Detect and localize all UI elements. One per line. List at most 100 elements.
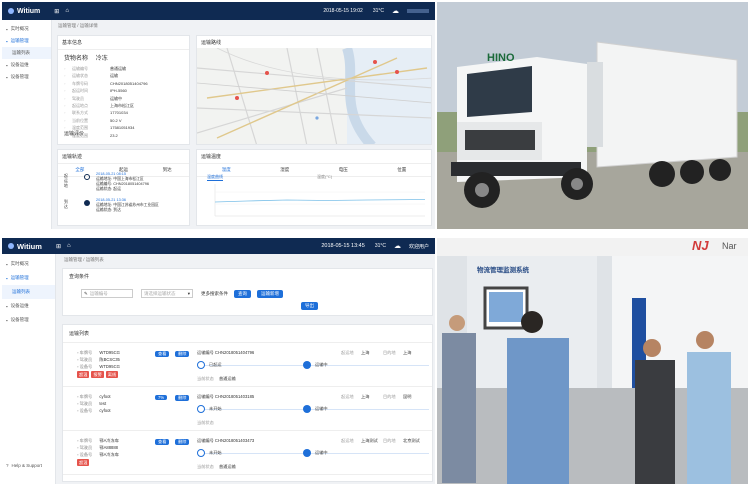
witium-logo-icon (8, 8, 14, 14)
info-row-label: 起运时间 (72, 88, 88, 94)
dashboard-icon: ▪ (6, 261, 8, 267)
status-label: 当前状态 (197, 376, 214, 381)
home-icon[interactable]: ⌂ (65, 8, 69, 14)
origin-label: 起运地 (341, 394, 354, 399)
transport-list-card: 运输列表 ▫ 车牌号 WTD95CG ▫ 驾驶员 陈BCSC35 ▫ 设备号 WTD… (62, 324, 433, 482)
delete-button[interactable]: 删除 (175, 439, 190, 445)
more-filters-link[interactable]: 更多搜索条件 (201, 291, 228, 297)
route-marker[interactable] (395, 70, 399, 74)
sidebar-item-transport[interactable]: ▪ 运输管理 (2, 35, 51, 47)
sidebar-item-transport-list[interactable]: 运输列表 (2, 285, 55, 299)
info-row: ◦ 当前位置 50.2 V (64, 117, 183, 124)
sidebar-item-overview[interactable]: ▪ 实时概况 (2, 257, 55, 271)
event-line: 运输状态: 起运 (96, 187, 121, 191)
info-row: ◦ 起运时间 IPH-5560 (64, 87, 183, 94)
top-nav-bar: Witium ⊞ ⌂ 2018-05-15 19:02 31°C ☁ (2, 2, 435, 20)
driver-icon: ▫ (77, 357, 79, 362)
route-marker[interactable] (373, 60, 377, 64)
info-row-value: 50.2 V (110, 117, 122, 123)
transport-code: 运输编号 CHN2018051403185 (197, 394, 255, 399)
tab-all[interactable]: 全部 (75, 167, 84, 173)
tab-humidity[interactable]: 湿度 (280, 167, 289, 173)
user-name[interactable]: 欢迎用户 (409, 243, 429, 250)
temperature: 31°C (372, 8, 384, 14)
transport-number-input[interactable]: ✎ 运输编号 (81, 289, 133, 298)
card-title: 运输轨迹 (58, 150, 189, 164)
user-menu[interactable] (407, 9, 429, 13)
datetime: 2018-05-15 19:02 (323, 8, 363, 14)
breadcrumb: 运输管理 / 运输列表 (64, 257, 104, 262)
view-button[interactable]: 查看 (155, 351, 170, 357)
timeline-dot-icon (84, 174, 90, 180)
info-row: ◦ 联系方式 17701034 (64, 109, 183, 116)
step-transit-icon (303, 405, 311, 413)
sidebar: ▪ 实时概况 ▪ 运输管理 运输列表 ▪ 设备运维 ▪ 设备管理 ? Help & Sup… (2, 254, 56, 484)
route-marker[interactable] (265, 71, 269, 75)
card-title: 运输温度 (197, 150, 431, 164)
route-marker[interactable] (235, 96, 239, 100)
temperature-chart-card: 运输温度 温度 湿度 电压 位置 温度曲线 温度(°C) (196, 149, 432, 226)
export-button[interactable]: 导出 (301, 302, 318, 310)
list-rows: ▫ 车牌号 WTD95CG ▫ 驾驶员 陈BCSC35 ▫ 设备号 WTD95CG 超… (63, 343, 432, 475)
info-row-label: 联系方式 (72, 110, 88, 116)
track-card: 运输轨迹 全部 起运 到达 起运地 2018-05-21 08:15 运输地址:… (57, 149, 190, 226)
delete-button[interactable]: 删除 (175, 395, 190, 401)
table-row[interactable]: ▫ 车牌号 鄂A冷冻车 ▫ 驾驶员 鄂A88888 ▫ 设备号 鄂A冷冻车 超温 查看删… (63, 431, 432, 475)
info-row-icon: ◦ (64, 80, 66, 86)
tab-temperature[interactable]: 温度 (222, 167, 231, 173)
status-value: 普通运输 (218, 464, 236, 469)
status-label: 当前状态 (197, 420, 214, 425)
device-icon: ▫ (77, 408, 79, 413)
plate-number: cyfoot (99, 394, 111, 399)
sidebar-item-device-ops[interactable]: ▪ 设备运维 (2, 59, 51, 71)
sidebar-item-transport-list[interactable]: 运输列表 (2, 47, 51, 59)
query-title: 查询条件 (69, 274, 90, 280)
route-map[interactable] (197, 48, 432, 145)
add-transport-button[interactable]: 运输新增 (257, 289, 283, 298)
tab-location[interactable]: 位置 (397, 167, 406, 173)
current-status: 当前状态 普通运输 (197, 376, 236, 382)
search-button[interactable]: 查询 (234, 289, 251, 298)
route-marker[interactable] (315, 116, 319, 120)
timeline-dot-icon (84, 200, 90, 206)
view-button[interactable]: 查看 (155, 439, 170, 445)
menu-grid-icon[interactable]: ⊞ (56, 243, 61, 250)
home-icon[interactable]: ⌂ (67, 243, 71, 249)
info-row-label: 运输状态 (72, 73, 88, 79)
current-status: 当前状态 普通运输 (197, 464, 236, 470)
step-transit-label: 运输中 (315, 362, 328, 367)
info-row-label: 车牌号码 (72, 80, 88, 86)
delete-button[interactable]: 删除 (175, 351, 190, 357)
sidebar-item-overview[interactable]: ▪ 实时概况 (2, 23, 51, 35)
alarm-badge: 超温 (77, 371, 90, 378)
sidebar-item-device-mgmt[interactable]: ▪ 设备管理 (2, 71, 51, 83)
status-select[interactable]: 请选择运输状态 ▾ (141, 289, 193, 298)
destination: 昆明 (403, 394, 412, 399)
sidebar-item-transport[interactable]: ▪ 运输管理 (2, 271, 55, 285)
brand-name: Witium (17, 241, 42, 251)
temperature-series-line (214, 199, 426, 203)
device-number: cyfoot (99, 408, 111, 413)
view-button[interactable]: 7% (155, 395, 168, 400)
sidebar-item-device-mgmt[interactable]: ▪ 设备管理 (2, 313, 55, 327)
active-chart-tab[interactable]: 温度曲线 (207, 174, 223, 181)
table-row[interactable]: ▫ 车牌号 cyfoot ▫ 驾驶员 test ▫ 设备号 cyfoot 7% 删除 运输… (63, 387, 432, 431)
temperature-line-chart (214, 184, 426, 217)
event-label: 到达 (64, 200, 68, 209)
table-row[interactable]: ▫ 车牌号 WTD95CG ▫ 驾驶员 陈BCSC35 ▫ 设备号 WTD95CG 超… (63, 343, 432, 387)
plate-icon: ▫ (77, 394, 79, 399)
info-row-icon: ◦ (64, 117, 66, 123)
info-row-label: 驾驶员 (72, 95, 84, 101)
status-value: 普通运输 (218, 376, 236, 381)
tab-voltage[interactable]: 电压 (339, 167, 348, 173)
info-row-icon: ◦ (64, 73, 66, 79)
menu-grid-icon[interactable]: ⊞ (54, 8, 59, 15)
sidebar-item-device-ops[interactable]: ▪ 设备运维 (2, 299, 55, 313)
help-support-link[interactable]: ? Help & Support (2, 463, 46, 468)
device-icon: ▫ (77, 452, 79, 457)
basic-info-card: 基本信息 货物名称 冷冻 ◦ 运输编号 普通运输 ◦ 运输状态 运输 ◦ 车牌号码 CHN201… (57, 35, 190, 145)
info-row: ◦ 运输状态 运输 (64, 72, 183, 79)
plate-icon: ▫ (77, 438, 79, 443)
top-nav-bar: Witium ⊞ ⌂ 2018-05-15 13:45 31°C ☁ 欢迎用户 (2, 238, 435, 254)
wrench-icon: ▪ (6, 62, 8, 68)
